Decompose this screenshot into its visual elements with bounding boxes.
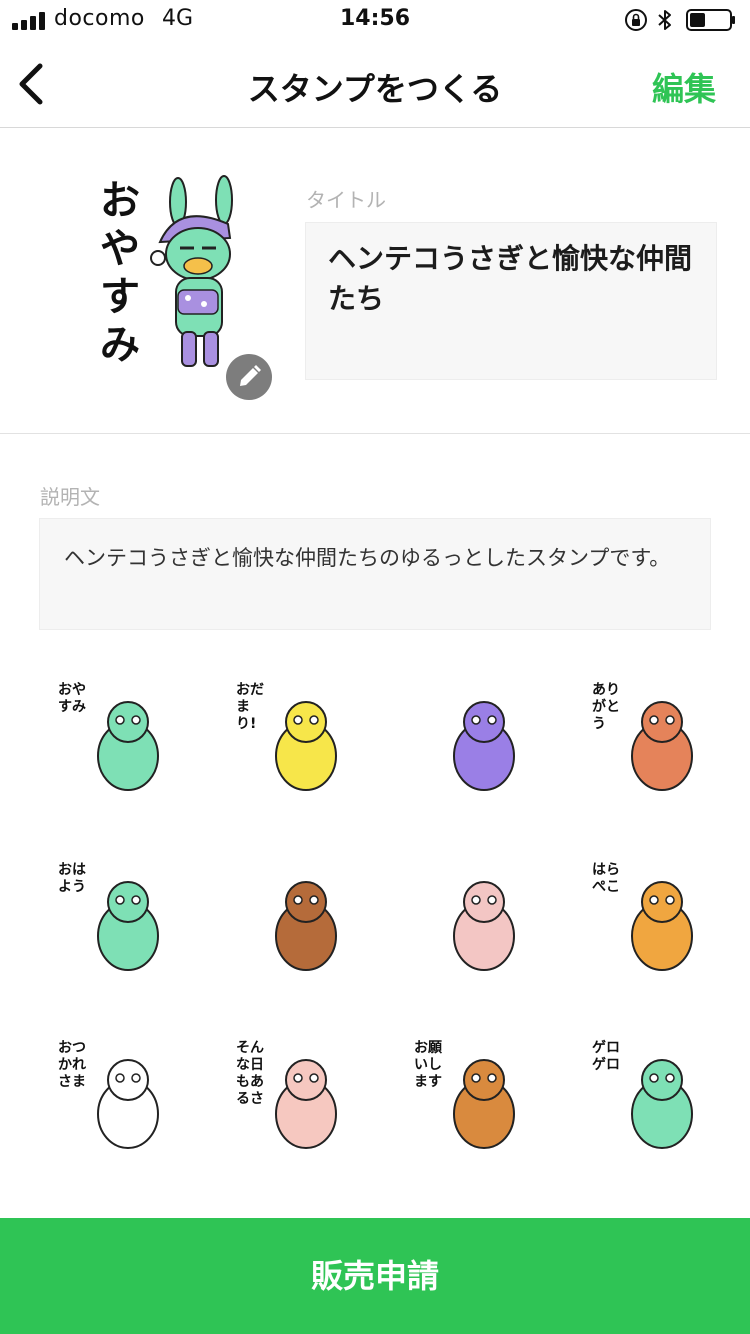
sticker-caption: お願いします <box>414 1040 442 1090</box>
sticker-caption: ゲロゲロ <box>592 1040 620 1073</box>
sticker-item[interactable]: ゲロゲロ <box>592 1040 712 1160</box>
purple-rabbit-sticker-illustration <box>453 701 515 791</box>
sticker-caption: おだまり! <box>236 682 264 732</box>
unicorn-sticker-illustration <box>453 881 515 971</box>
battery-icon <box>686 9 735 31</box>
svg-text:す: す <box>100 274 140 320</box>
rotation-lock-icon <box>625 9 647 31</box>
description-label: 説明文 <box>40 485 100 509</box>
sticker-item[interactable] <box>414 682 534 802</box>
sticker-caption: おはよう <box>58 862 86 895</box>
sticker-caption: はらぺこ <box>592 862 620 895</box>
sticker-item[interactable]: おはよう <box>58 862 178 982</box>
title-field[interactable]: ヘンテコうさぎと愉快な仲間たち <box>305 222 717 380</box>
sticker-caption: そんな日もあるさ <box>236 1040 264 1107</box>
sticker-caption: ありがとう <box>592 682 620 732</box>
bluetooth-icon <box>658 10 671 30</box>
rabbit-sticker-illustration: お や す み <box>100 175 233 368</box>
edit-sticker-button[interactable] <box>226 354 272 400</box>
title-label: タイトル <box>306 188 386 212</box>
status-bar: docomo 4G 14:56 <box>0 0 750 40</box>
svg-text:お: お <box>100 178 140 224</box>
svg-text:や: や <box>100 226 140 272</box>
navigation-bar: スタンプをつくる 編集 <box>0 40 750 128</box>
sticker-caption: おやすみ <box>58 682 86 715</box>
dog-sticker-illustration <box>275 881 337 971</box>
edit-button[interactable]: 編集 <box>652 64 716 110</box>
sticker-item[interactable]: おつかれさま <box>58 1040 178 1160</box>
main-sticker-image[interactable]: お や す み <box>98 172 248 382</box>
description-field[interactable]: ヘンテコうさぎと愉快な仲間たちのゆるっとしたスタンプです。 <box>39 518 711 630</box>
sales-application-button[interactable]: 販売申請 <box>0 1218 750 1334</box>
sticker-item[interactable]: お願いします <box>414 1040 534 1160</box>
sticker-caption: おつかれさま <box>58 1040 86 1090</box>
sticker-item[interactable]: おやすみ <box>58 682 178 802</box>
section-divider <box>0 433 750 434</box>
sticker-item[interactable]: はらぺこ <box>592 862 712 982</box>
sticker-item[interactable] <box>236 862 356 982</box>
page-title: スタンプをつくる <box>247 70 503 108</box>
sticker-item[interactable]: そんな日もあるさ <box>236 1040 356 1160</box>
sticker-item[interactable]: おだまり! <box>236 682 356 802</box>
svg-text:み: み <box>100 322 140 368</box>
pencil-icon <box>240 365 261 386</box>
sticker-item[interactable]: ありがとう <box>592 682 712 802</box>
sticker-item[interactable] <box>414 862 534 982</box>
